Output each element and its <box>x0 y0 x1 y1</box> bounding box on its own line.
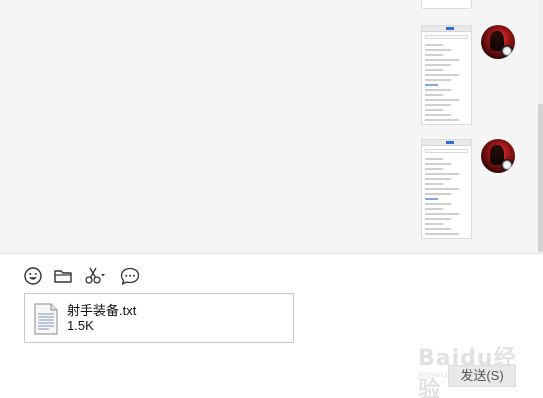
emoji-icon[interactable] <box>23 266 45 286</box>
image-message-thumbnail[interactable] <box>421 139 472 239</box>
image-message-thumbnail[interactable] <box>421 25 472 125</box>
scrollbar-track[interactable] <box>538 0 543 253</box>
chat-bubble-icon[interactable] <box>119 266 141 286</box>
send-button[interactable]: 发送(S) <box>448 365 516 387</box>
scissors-icon[interactable] <box>84 266 106 286</box>
text-file-icon <box>33 303 59 335</box>
file-size: 1.5K <box>67 318 94 333</box>
avatar[interactable] <box>481 139 515 173</box>
file-name: 射手装备.txt <box>67 303 137 318</box>
folder-icon[interactable] <box>53 266 75 286</box>
file-attachment[interactable]: 射手装备.txt 1.5K <box>24 293 294 343</box>
avatar[interactable] <box>481 25 515 59</box>
scrollbar-thumb[interactable] <box>538 104 543 252</box>
chat-history <box>0 0 543 253</box>
input-toolbar <box>0 253 543 291</box>
image-message-partial[interactable] <box>421 0 472 9</box>
